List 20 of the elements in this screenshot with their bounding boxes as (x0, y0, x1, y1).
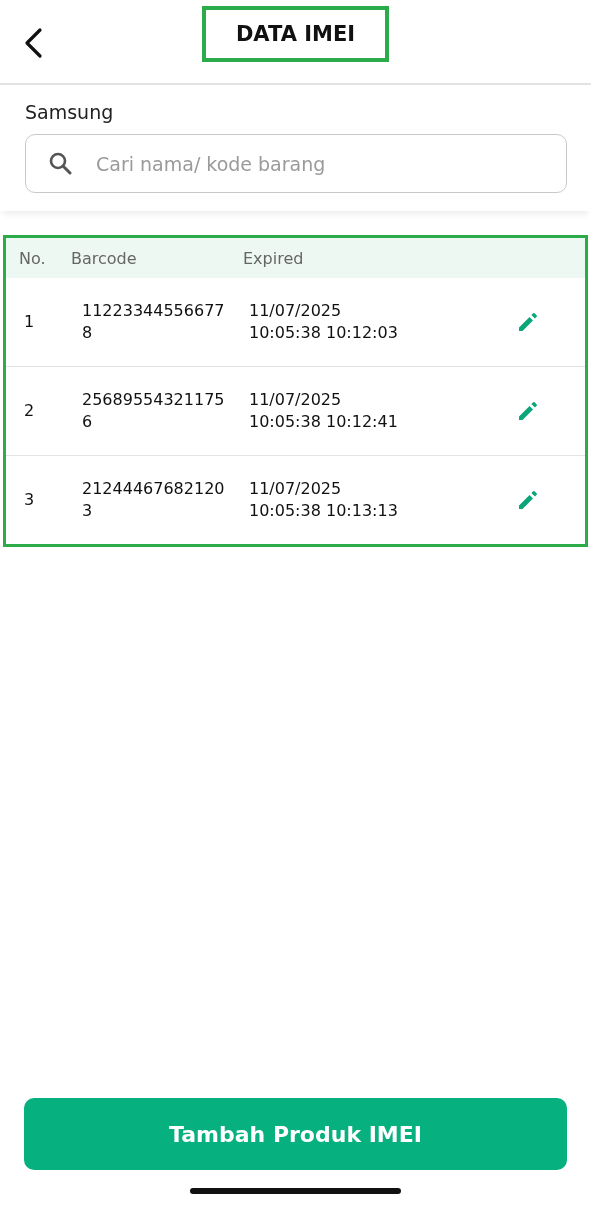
expired-cell-text: 11/07/2025 10:05:38 10:13:13 (249, 478, 399, 522)
edit-icon[interactable] (518, 401, 538, 421)
store-name: Samsung (25, 101, 115, 123)
expired-cell-text: 11/07/2025 10:05:38 10:12:41 (249, 389, 399, 433)
row-number: 2 (24, 400, 36, 422)
expired-cell-text: 11/07/2025 10:05:38 10:12:03 (249, 300, 399, 344)
search-icon (48, 151, 72, 175)
row-number: 3 (24, 489, 36, 511)
search-field[interactable]: Cari nama/ kode barang (25, 134, 567, 193)
barcode-cell-text: 256895543211756 (82, 389, 226, 433)
column-header: No. (19, 248, 47, 268)
column-header: Expired (243, 248, 305, 268)
barcode-cell-text: 112233445566778 (82, 300, 226, 344)
page-title: DATA IMEI (201, 6, 390, 62)
barcode-cell-text: 212444676821203 (82, 478, 226, 522)
column-header: Barcode (71, 248, 138, 268)
row-number: 1 (24, 311, 36, 333)
add-product-button[interactable]: Tambah Produk IMEI (24, 1098, 567, 1170)
edit-icon[interactable] (518, 312, 538, 332)
edit-icon[interactable] (518, 490, 538, 510)
